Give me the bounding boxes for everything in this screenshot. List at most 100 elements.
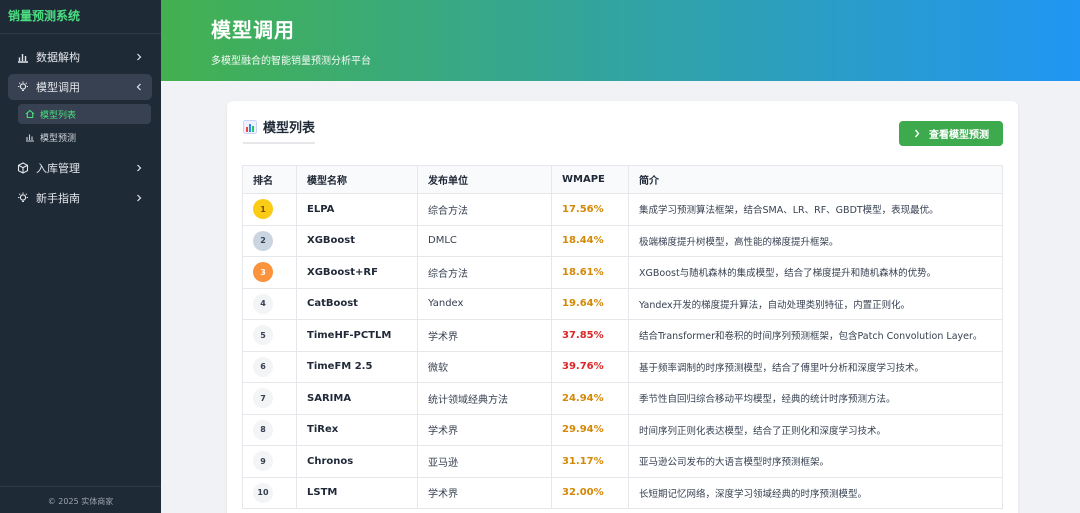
rank-badge: 10 (253, 482, 273, 503)
model-name-cell: ELPA (296, 193, 418, 226)
wmape-cell: 37.85% (551, 319, 629, 352)
table-row[interactable]: 8 TiRex 学术界 29.94% 时间序列正则化表达模型，结合了正则化和深度学习技术… (242, 413, 1003, 446)
sidebar-subitem-label: 模型预测 (40, 133, 77, 144)
description-cell: 极端梯度提升树模型，高性能的梯度提升框架。 (628, 224, 1003, 257)
org-cell: 学术界 (417, 319, 552, 352)
sidebar-item-label: 模型调用 (36, 81, 80, 94)
column-header-desc[interactable]: 简介 (628, 165, 1003, 194)
chevron-right-icon (132, 50, 146, 64)
app-brand: 销量预测系统 (0, 0, 161, 34)
sidebar-subitem-model-list[interactable]: 模型列表 (18, 104, 151, 124)
model-name-cell: XGBoost (296, 224, 418, 257)
table-row[interactable]: 1 ELPA 综合方法 17.56% 集成学习预测算法框架，结合SMA、LR、RF、GB… (242, 193, 1003, 226)
wmape-cell: 19.64% (551, 287, 629, 320)
column-header-name[interactable]: 模型名称 (296, 165, 418, 194)
org-cell: Yandex (417, 287, 552, 320)
sidebar-item-storage[interactable]: 入库管理 (8, 155, 152, 181)
table-row[interactable]: 2 XGBoost DMLC 18.44% 极端梯度提升树模型，高性能的梯度提升框架。 (242, 224, 1003, 257)
sidebar-subitem-label: 模型列表 (40, 110, 77, 121)
page-subtitle: 多模型融合的智能销量预测分析平台 (211, 56, 371, 67)
table-row[interactable]: 10 LSTM 学术界 32.00% 长短期记忆网络，深度学习领域经典的时序预测模型。 (242, 476, 1003, 509)
org-cell: 学术界 (417, 413, 552, 446)
column-header-org[interactable]: 发布单位 (417, 165, 552, 194)
rank-badge: 4 (253, 293, 273, 314)
box-icon (16, 161, 30, 175)
sidebar-item-model-call[interactable]: 模型调用 (8, 74, 152, 100)
table-header-row: 排名 模型名称 发布单位 WMAPE 简介 (242, 165, 1003, 194)
lightbulb-icon (16, 80, 30, 94)
model-name-cell: TiRex (296, 413, 418, 446)
model-name-cell: Chronos (296, 445, 418, 478)
sidebar-subitem-model-predict[interactable]: 模型预测 (18, 127, 151, 147)
rank-badge: 9 (253, 451, 273, 472)
description-cell: 亚马逊公司发布的大语言模型时序预测框架。 (628, 445, 1003, 478)
rank-cell: 10 (242, 476, 297, 509)
org-cell: 综合方法 (417, 193, 552, 226)
model-name-cell: TimeFM 2.5 (296, 350, 418, 383)
description-cell: XGBoost与随机森林的集成模型，结合了梯度提升和随机森林的优势。 (628, 256, 1003, 289)
table-row[interactable]: 3 XGBoost+RF 综合方法 18.61% XGBoost与随机森林的集成模型，结… (242, 256, 1003, 289)
lightbulb-icon (16, 191, 30, 205)
column-header-wmape[interactable]: WMAPE (551, 165, 629, 194)
rank-cell: 3 (242, 256, 297, 289)
sidebar-item-data-analysis[interactable]: 数据解构 (8, 44, 152, 70)
model-list-card: 模型列表 查看模型预测 排名 模型名称 发布单位 WMAPE 简介 1 ELPA 综… (227, 101, 1018, 513)
page-title: 模型调用 (211, 18, 295, 42)
model-name-cell: LSTM (296, 476, 418, 509)
table-row[interactable]: 7 SARIMA 统计领域经典方法 24.94% 季节性自回归综合移动平均模型，经典的统… (242, 382, 1003, 415)
sidebar-item-label: 入库管理 (36, 162, 80, 175)
chevron-right-icon (132, 161, 146, 175)
model-table: 排名 模型名称 发布单位 WMAPE 简介 1 ELPA 综合方法 17.56% 集成学… (242, 165, 1003, 509)
org-cell: DMLC (417, 224, 552, 257)
wmape-cell: 32.00% (551, 476, 629, 509)
rank-cell: 1 (242, 193, 297, 226)
chevron-right-icon (913, 129, 921, 138)
org-cell: 统计领域经典方法 (417, 382, 552, 415)
description-cell: 结合Transformer和卷积的时间序列预测框架，包含Patch Convol… (628, 319, 1003, 352)
chevron-left-icon (132, 80, 146, 94)
card-title-text: 模型列表 (263, 121, 316, 136)
rank-cell: 4 (242, 287, 297, 320)
org-cell: 综合方法 (417, 256, 552, 289)
table-row[interactable]: 4 CatBoost Yandex 19.64% Yandex开发的梯度提升算法，自动处… (242, 287, 1003, 320)
rank-cell: 2 (242, 224, 297, 257)
wmape-cell: 31.17% (551, 445, 629, 478)
table-body: 1 ELPA 综合方法 17.56% 集成学习预测算法框架，结合SMA、LR、RF、GB… (242, 193, 1003, 509)
rank-cell: 8 (242, 413, 297, 446)
home-icon (24, 108, 36, 120)
card-title: 模型列表 (243, 117, 316, 144)
button-label: 查看模型预测 (929, 130, 989, 141)
description-cell: 基于频率调制的时序预测模型，结合了傅里叶分析和深度学习技术。 (628, 350, 1003, 383)
wmape-cell: 29.94% (551, 413, 629, 446)
wmape-cell: 18.44% (551, 224, 629, 257)
wmape-cell: 24.94% (551, 382, 629, 415)
table-row[interactable]: 6 TimeFM 2.5 微软 39.76% 基于频率调制的时序预测模型，结合了傅里叶分… (242, 350, 1003, 383)
chart-emoji-icon (243, 119, 257, 134)
bar-chart-icon (24, 131, 36, 143)
page-header: 模型调用 多模型融合的智能销量预测分析平台 (161, 0, 1080, 81)
table-row[interactable]: 9 Chronos 亚马逊 31.17% 亚马逊公司发布的大语言模型时序预测框架。 (242, 445, 1003, 478)
sidebar-item-guide[interactable]: 新手指南 (8, 185, 152, 211)
org-cell: 微软 (417, 350, 552, 383)
description-cell: Yandex开发的梯度提升算法，自动处理类别特征，内置正则化。 (628, 287, 1003, 320)
table-row[interactable]: 5 TimeHF-PCTLM 学术界 37.85% 结合Transformer和卷积的时… (242, 319, 1003, 352)
model-name-cell: TimeHF-PCTLM (296, 319, 418, 352)
description-cell: 时间序列正则化表达模型，结合了正则化和深度学习技术。 (628, 413, 1003, 446)
wmape-cell: 39.76% (551, 350, 629, 383)
description-cell: 长短期记忆网络，深度学习领域经典的时序预测模型。 (628, 476, 1003, 509)
rank-badge: 5 (253, 325, 273, 346)
sidebar: 销量预测系统 数据解构 模型调用 模型列表 模型预测 入库管理 新手指南 © 2… (0, 0, 161, 513)
view-model-prediction-button[interactable]: 查看模型预测 (899, 121, 1003, 146)
org-cell: 学术界 (417, 476, 552, 509)
sidebar-footer: © 2025 实体商家 (0, 486, 161, 513)
rank-cell: 5 (242, 319, 297, 352)
org-cell: 亚马逊 (417, 445, 552, 478)
model-name-cell: SARIMA (296, 382, 418, 415)
model-name-cell: CatBoost (296, 287, 418, 320)
description-cell: 集成学习预测算法框架，结合SMA、LR、RF、GBDT模型，表现最优。 (628, 193, 1003, 226)
wmape-cell: 17.56% (551, 193, 629, 226)
bar-chart-icon (16, 50, 30, 64)
rank-cell: 7 (242, 382, 297, 415)
column-header-rank[interactable]: 排名 (242, 165, 297, 194)
sidebar-item-label: 新手指南 (36, 192, 80, 205)
